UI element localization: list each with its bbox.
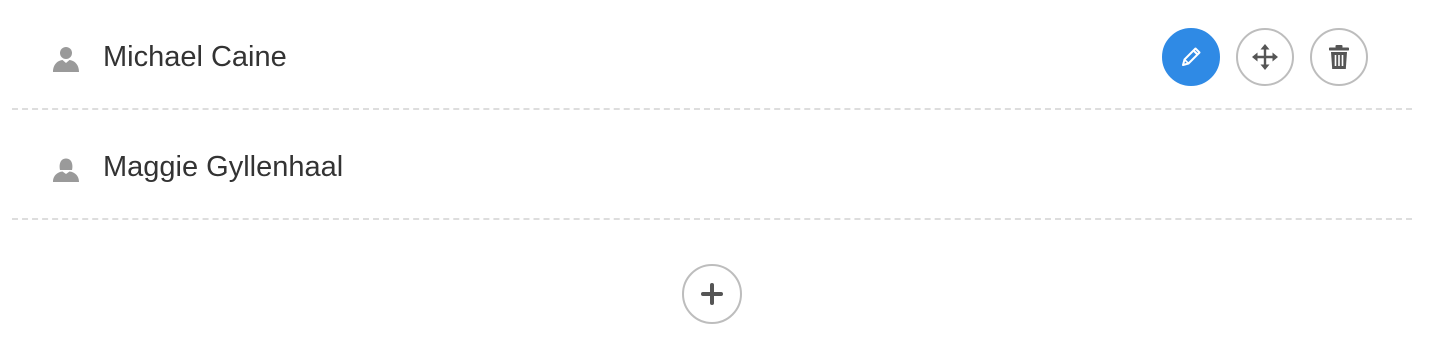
person-name: Michael Caine [103, 41, 287, 73]
person-name: Maggie Gyllenhaal [103, 151, 344, 183]
list-item-maggie-gyllenhaal[interactable]: Maggie Gyllenhaal [12, 110, 1412, 220]
male-user-icon [52, 45, 80, 73]
row-actions [1162, 28, 1368, 86]
people-list: Michael Caine Maggie Gyllenhaal [12, 0, 1412, 220]
add-wrapper [682, 264, 742, 324]
edit-pencil-icon [1177, 43, 1205, 71]
plus-icon [700, 282, 724, 306]
trash-icon [1326, 43, 1352, 71]
move-button[interactable] [1236, 28, 1294, 86]
move-arrows-icon [1250, 42, 1280, 72]
edit-button[interactable] [1162, 28, 1220, 86]
list-item-michael-caine[interactable]: Michael Caine [12, 0, 1412, 110]
female-user-icon [52, 155, 80, 183]
add-person-button[interactable] [682, 264, 742, 324]
delete-button[interactable] [1310, 28, 1368, 86]
